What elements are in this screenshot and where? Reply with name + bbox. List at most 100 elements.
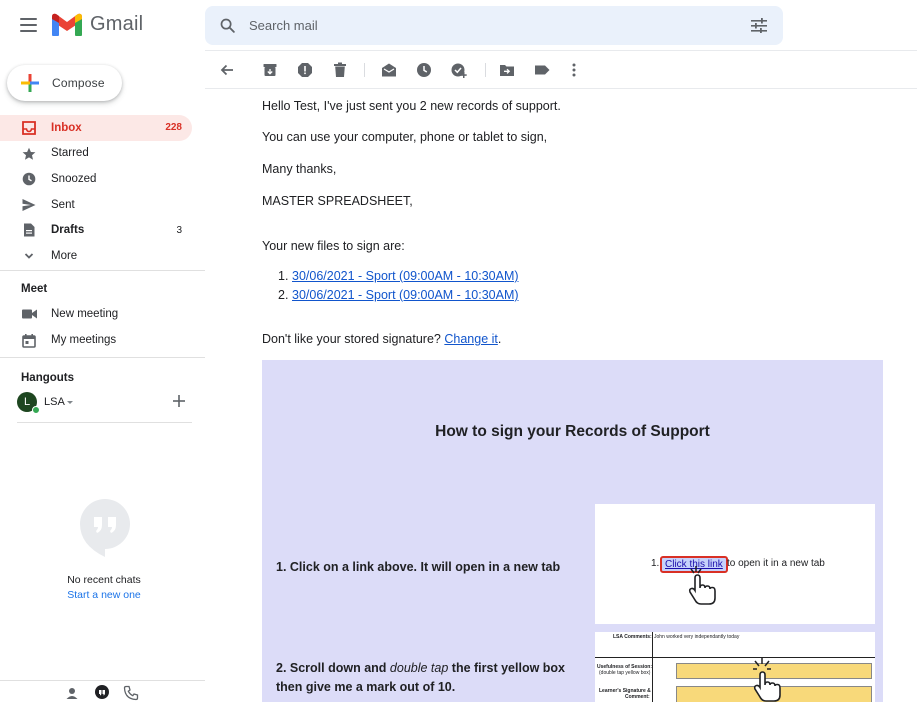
more-vert-icon[interactable] <box>566 62 582 78</box>
hangouts-section-title: Hangouts <box>21 372 75 384</box>
archive-icon[interactable] <box>262 62 278 78</box>
new-meeting-label: New meeting <box>51 308 119 320</box>
list-number: 2. <box>278 288 289 302</box>
shot-comments-label: LSA Comments: <box>613 634 652 640</box>
add-chat-icon[interactable] <box>172 394 186 408</box>
label-icon[interactable] <box>534 62 550 78</box>
message-toolbar <box>205 51 917 89</box>
gmail-m-icon <box>52 13 82 36</box>
contacts-icon[interactable] <box>64 685 80 701</box>
search-options-icon[interactable] <box>751 18 767 33</box>
nav-label: Starred <box>51 147 89 160</box>
pointer-hand-icon <box>753 658 781 702</box>
sidebar-divider <box>0 270 205 271</box>
nav-item-starred[interactable]: Starred <box>0 141 192 167</box>
chevron-down-icon <box>24 253 34 259</box>
signature-suffix: . <box>497 332 502 346</box>
snooze-icon[interactable] <box>416 62 432 78</box>
start-new-chat-link[interactable]: Start a new one <box>0 589 208 601</box>
tutorial-image-yellow-box: LSA Comments: John worked very independa… <box>595 632 875 702</box>
nav-item-snoozed[interactable]: Snoozed <box>0 166 192 192</box>
nav-label: Drafts <box>51 224 85 237</box>
my-meetings-label: My meetings <box>51 334 117 346</box>
phone-icon[interactable] <box>123 685 139 701</box>
conversations-icon[interactable] <box>94 685 110 701</box>
new-meeting-button[interactable]: New meeting <box>0 302 205 327</box>
caret-down-icon <box>67 401 73 404</box>
gmail-logo[interactable]: Gmail <box>52 13 143 36</box>
move-to-icon[interactable] <box>499 62 515 78</box>
shot-list-number: 1. <box>651 558 660 569</box>
main-menu-icon[interactable] <box>20 18 37 32</box>
search-input[interactable] <box>249 14 719 36</box>
email-greeting: Hello Test, I've just sent you 2 new rec… <box>262 99 561 113</box>
tutorial-image-click-link: 1. Click this link to open it in a new t… <box>595 504 875 624</box>
file-link[interactable]: 30/06/2021 - Sport (09:00AM - 10:30AM) <box>292 269 519 283</box>
file-link[interactable]: 30/06/2021 - Sport (09:00AM - 10:30AM) <box>292 288 519 302</box>
report-spam-icon[interactable] <box>297 62 313 78</box>
my-meetings-button[interactable]: My meetings <box>0 328 205 353</box>
search-icon[interactable] <box>219 17 236 34</box>
delete-icon[interactable] <box>332 62 348 78</box>
step2-suffix: the first yellow box <box>451 661 566 675</box>
back-arrow-icon[interactable] <box>219 62 235 78</box>
mark-unread-icon[interactable] <box>381 62 397 78</box>
toolbar-separator <box>485 63 486 77</box>
draft-count: 3 <box>176 224 182 236</box>
guide-step-2: 2. Scroll down and double tap the first … <box>276 659 565 697</box>
star-icon <box>22 147 36 160</box>
email-thanks: Many thanks, <box>262 162 337 176</box>
compose-button[interactable]: Compose <box>7 65 122 101</box>
gmail-logo-text: Gmail <box>90 13 144 35</box>
list-item: 2. 30/06/2021 - Sport (09:00AM - 10:30AM) <box>278 287 519 303</box>
guide-title: How to sign your Records of Support <box>435 423 710 440</box>
add-task-icon[interactable] <box>451 62 467 78</box>
shot-link-caption: to open it in a new tab <box>727 558 825 569</box>
inbox-icon <box>22 121 36 135</box>
mailbox-nav: Inbox 228 Starred Snoozed Sent Drafts 3 … <box>0 115 205 269</box>
nav-item-inbox[interactable]: Inbox 228 <box>0 115 192 141</box>
list-number: 1. <box>278 269 289 283</box>
online-status-dot <box>32 406 40 414</box>
calendar-icon <box>22 334 36 348</box>
email-files-intro: Your new files to sign are: <box>262 239 405 253</box>
hangouts-bottom-bar <box>0 680 205 702</box>
compose-label: Compose <box>52 76 105 90</box>
clock-icon <box>22 172 36 186</box>
search-bar <box>205 6 783 45</box>
signing-guide: How to sign your Records of Support 1. C… <box>262 360 883 702</box>
no-recent-chats-text: No recent chats <box>67 574 141 586</box>
nav-item-sent[interactable]: Sent <box>0 192 192 218</box>
hangouts-quote-icon <box>80 499 130 557</box>
draft-icon <box>24 223 35 237</box>
guide-step-1: 1. Click on a link above. It will open i… <box>276 560 561 574</box>
signature-prefix: Don't like your stored signature? <box>262 332 441 346</box>
nav-label: More <box>51 249 78 262</box>
email-line: You can use your computer, phone or tabl… <box>262 130 548 144</box>
video-camera-icon <box>22 309 37 319</box>
pointer-hand-icon <box>688 566 716 605</box>
nav-item-drafts[interactable]: Drafts 3 <box>0 217 192 243</box>
unread-count: 228 <box>165 122 182 134</box>
email-sender: MASTER SPREADSHEET, <box>262 194 413 208</box>
nav-item-more[interactable]: More <box>0 243 192 269</box>
step2-line2: then give me a mark out of 10. <box>276 680 456 694</box>
hangouts-user-name: LSA <box>44 396 65 408</box>
step2-prefix: 2. Scroll down and <box>276 661 387 675</box>
compose-plus-icon <box>21 74 39 92</box>
list-item: 1. 30/06/2021 - Sport (09:00AM - 10:30AM) <box>278 268 519 284</box>
sidebar-divider <box>0 357 205 358</box>
signature-line: Don't like your stored signature? Change… <box>262 331 501 347</box>
toolbar-separator <box>364 63 365 77</box>
shot-usefulness-hint: (double tap yellow box) <box>599 670 651 676</box>
shot-comments-value: John worked very independantly today <box>654 634 740 640</box>
hangouts-divider <box>17 422 192 423</box>
shot-learner-label-2: Comment: <box>625 694 650 700</box>
meet-section-title: Meet <box>21 283 48 295</box>
nav-label: Inbox <box>51 121 82 134</box>
hangouts-user[interactable]: L LSA <box>17 392 192 414</box>
send-icon <box>22 198 36 211</box>
step2-emphasis: double tap <box>389 661 449 675</box>
change-signature-link[interactable]: Change it <box>444 332 498 346</box>
nav-label: Snoozed <box>51 172 97 185</box>
